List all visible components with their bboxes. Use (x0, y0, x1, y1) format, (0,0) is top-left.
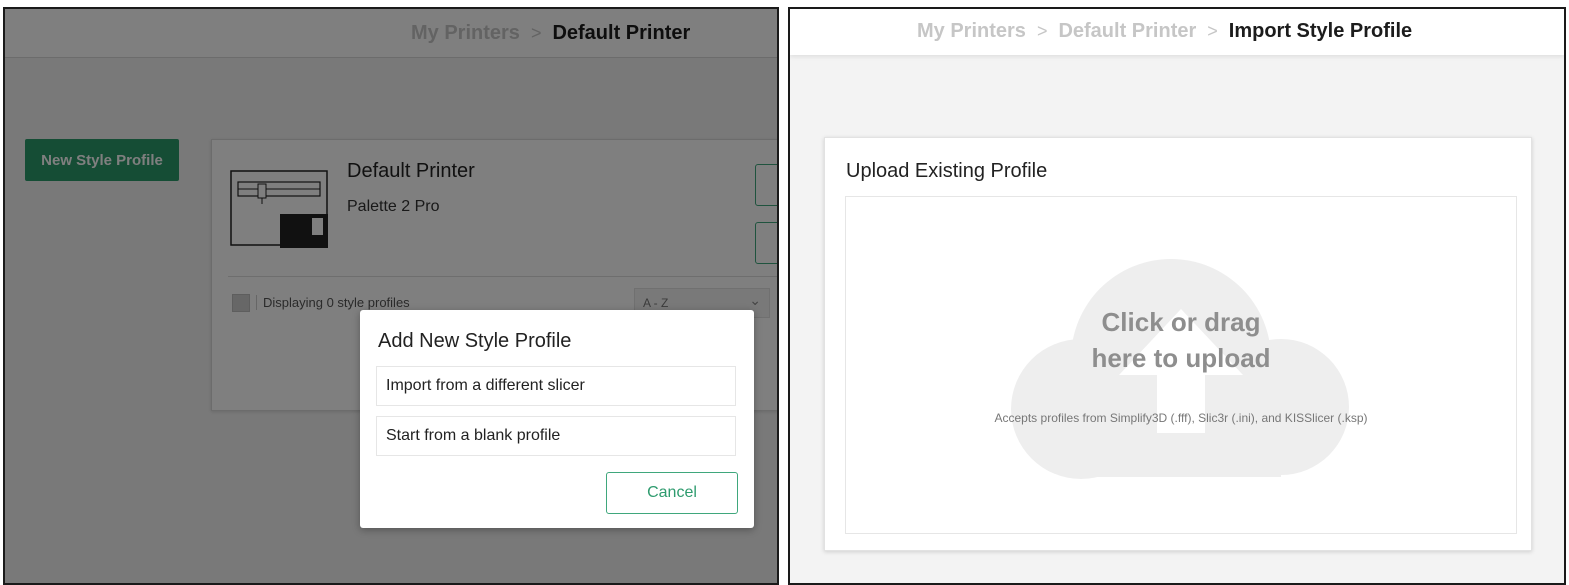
upload-dropzone[interactable]: Click or drag here to upload Accepts pro… (845, 196, 1517, 534)
upload-card-title: Upload Existing Profile (846, 160, 1048, 182)
start-blank-profile-option[interactable]: Start from a blank profile (376, 416, 736, 456)
breadcrumb-separator: > (1207, 20, 1218, 41)
right-screenshot-panel: My Printers > Default Printer > Import S… (788, 7, 1566, 585)
breadcrumb-default-printer[interactable]: Default Printer (1058, 20, 1196, 43)
accepted-formats-note: Accepts profiles from Simplify3D (.fff),… (994, 411, 1368, 425)
upload-prompt-line-2: here to upload (1091, 343, 1271, 373)
upload-profile-card: Upload Existing Profile Click or drag he… (824, 137, 1532, 551)
breadcrumb-current: Import Style Profile (1228, 19, 1413, 42)
modal-title: Add New Style Profile (378, 330, 572, 352)
breadcrumb: My Printers > Default Printer > Import S… (917, 9, 1412, 53)
header-bar: My Printers > Default Printer > Import S… (790, 9, 1564, 55)
import-from-slicer-option[interactable]: Import from a different slicer (376, 366, 736, 406)
cancel-button[interactable]: Cancel (606, 472, 738, 514)
upload-prompt-line-1: Click or drag (1101, 307, 1261, 337)
breadcrumb-my-printers[interactable]: My Printers (917, 20, 1026, 43)
left-screenshot-panel: My Printers > Default Printer New Style … (3, 7, 779, 585)
add-style-profile-modal: Add New Style Profile Import from a diff… (360, 310, 754, 528)
breadcrumb-separator: > (1036, 20, 1048, 41)
